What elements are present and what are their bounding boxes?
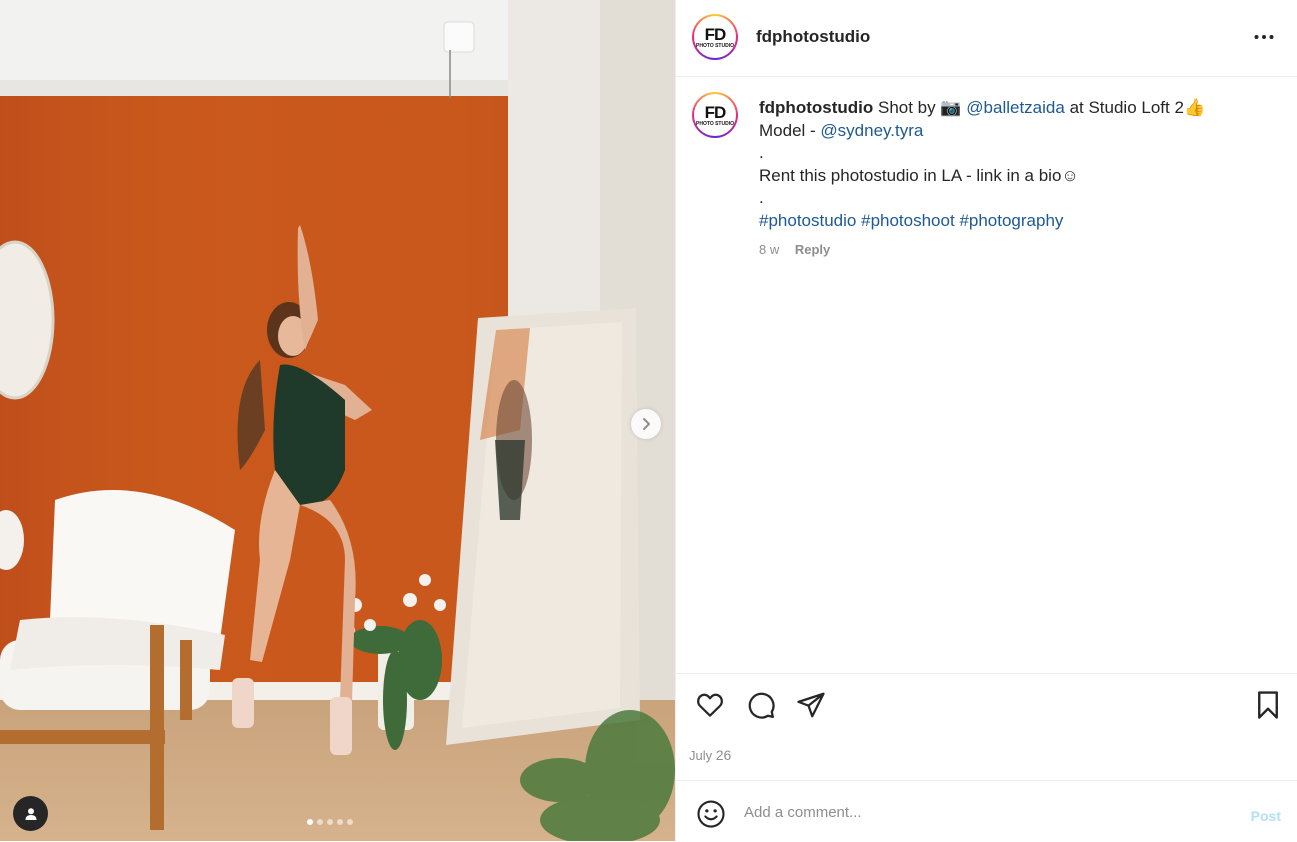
bookmark-icon <box>1258 691 1278 719</box>
paper-plane-icon <box>797 692 825 718</box>
hashtag-photography[interactable]: #photography <box>959 211 1063 230</box>
reply-button[interactable]: Reply <box>795 242 830 257</box>
emoji-smile-icon <box>697 800 725 828</box>
emoji-picker-button[interactable] <box>696 799 726 834</box>
save-button[interactable] <box>1254 690 1282 725</box>
smile-emoji: ☺ <box>1061 165 1079 185</box>
caption-model-label: Model - <box>759 120 821 140</box>
post-media[interactable] <box>0 0 675 841</box>
caption-dot-2: . <box>759 188 764 207</box>
caption-line-2: Model - @sydney.tyra <box>759 120 1269 143</box>
share-button[interactable] <box>796 690 826 725</box>
like-button[interactable] <box>695 690 725 725</box>
caption-location: at Studio Loft 2 <box>1069 98 1184 117</box>
caption-text: fdphotostudio Shot by 📷 @balletzaida at … <box>759 97 1269 232</box>
carousel-dot <box>347 819 353 825</box>
heart-icon <box>697 693 723 717</box>
mention-photographer[interactable]: @balletzaida <box>966 98 1065 117</box>
user-tag-icon <box>25 807 36 820</box>
avatar-logo-subtext: PHOTO STUDIO <box>696 120 734 127</box>
add-comment-bar: Post <box>676 780 1297 842</box>
hashtag-photostudio[interactable]: #photostudio <box>759 211 856 230</box>
caption-username[interactable]: fdphotostudio <box>759 98 873 117</box>
caption-line-rent: Rent this photostudio in LA - link in a … <box>759 165 1269 188</box>
comment-button[interactable] <box>746 690 776 725</box>
post-date: July 26 <box>689 747 731 763</box>
more-options-button[interactable] <box>1253 26 1275 53</box>
post-photo <box>0 0 675 841</box>
chevron-right-icon <box>643 418 650 430</box>
avatar-logo-text: FD <box>704 24 727 44</box>
avatar-logo-text: FD <box>704 102 727 122</box>
caption-shot-by: Shot by <box>877 98 936 117</box>
post-details-panel: FD PHOTO STUDIO fdphotostudio FD PHOTO S… <box>675 0 1297 841</box>
carousel-dot <box>337 819 343 825</box>
comment-bubble-icon <box>748 692 775 719</box>
mention-model[interactable]: @sydney.tyra <box>820 121 923 140</box>
caption-rent-text: Rent this photostudio in LA - link in a … <box>759 165 1062 185</box>
comment-input[interactable] <box>742 799 1226 825</box>
post-date-month: July <box>689 748 713 763</box>
caption-dot-1: . <box>759 143 764 162</box>
carousel-next-button[interactable] <box>631 409 661 439</box>
action-bar: July 26 <box>676 673 1297 781</box>
avatar[interactable]: FD PHOTO STUDIO <box>692 92 738 138</box>
time-ago: 8 w <box>759 242 780 257</box>
hashtag-photoshoot[interactable]: #photoshoot <box>861 211 955 230</box>
caption-line-1: fdphotostudio Shot by 📷 @balletzaida at … <box>759 97 1269 120</box>
carousel-dot <box>327 819 333 825</box>
camera-emoji: 📷 <box>940 98 962 117</box>
carousel-dot <box>307 819 313 825</box>
post-date-day: 26 <box>715 747 732 763</box>
more-horizontal-icon <box>1254 35 1274 39</box>
carousel-indicator <box>307 819 353 825</box>
caption-hashtags: #photostudio #photoshoot #photography <box>759 210 1269 233</box>
tagged-users-button[interactable] <box>13 796 48 831</box>
carousel-dot <box>317 819 323 825</box>
avatar-logo-subtext: PHOTO STUDIO <box>696 42 734 49</box>
header-username[interactable]: fdphotostudio <box>756 27 870 47</box>
post-comment-button[interactable]: Post <box>1251 808 1281 824</box>
avatar[interactable]: FD PHOTO STUDIO <box>692 14 738 60</box>
thumbs-up-emoji: 👍 <box>1183 98 1206 117</box>
caption-meta: 8 w Reply <box>759 242 830 257</box>
post-header: FD PHOTO STUDIO fdphotostudio <box>676 0 1297 77</box>
